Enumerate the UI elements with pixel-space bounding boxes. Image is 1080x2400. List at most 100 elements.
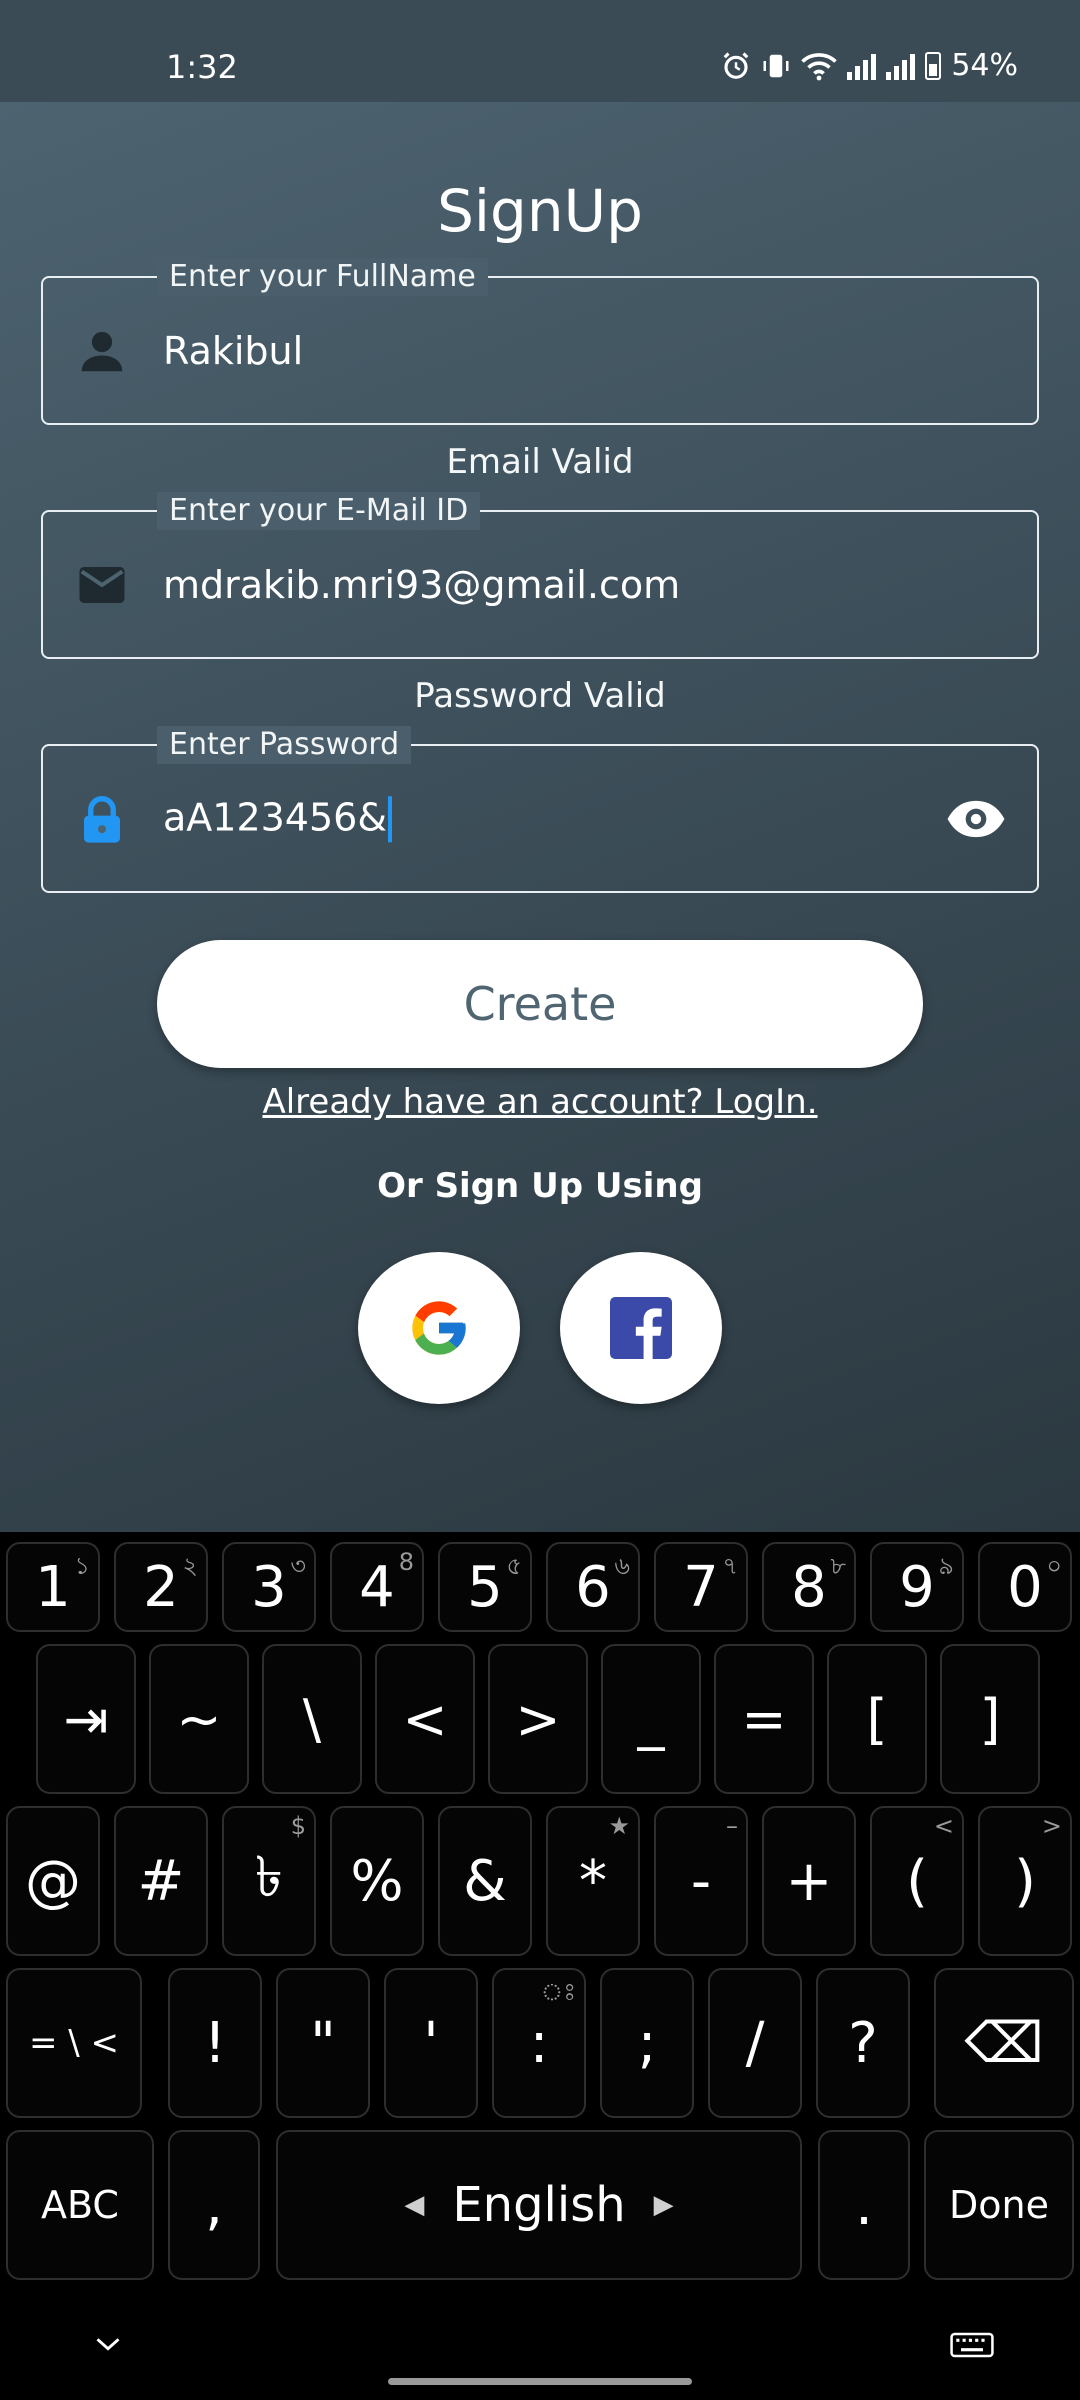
key-row2-2[interactable]: \	[262, 1644, 362, 1794]
or-sign-up-text: Or Sign Up Using	[377, 1166, 703, 1206]
vibrate-icon	[763, 54, 789, 77]
key-hint: –	[726, 1812, 738, 1840]
key-label: ?	[848, 2010, 878, 2076]
key-row3-0[interactable]: @	[6, 1806, 100, 1956]
key-row3-6[interactable]: - –	[654, 1806, 748, 1956]
key-row3-4[interactable]: &	[438, 1806, 532, 1956]
key-hint: ০	[1046, 1552, 1062, 1580]
wifi-icon	[801, 52, 838, 80]
key-row2-3[interactable]: <	[375, 1644, 475, 1794]
key-row4-4[interactable]: :ঃ	[492, 1968, 586, 2118]
signup-screen: SignUp Enter your FullName Rakibul Email…	[0, 102, 1080, 1532]
email-input[interactable]: mdrakib.mri93@gmail.com	[163, 563, 680, 607]
key-row1-8[interactable]: 9৯	[870, 1542, 964, 1632]
key-label: #	[137, 1848, 185, 1914]
text-caret	[387, 796, 392, 843]
fullname-input[interactable]: Rakibul	[163, 329, 303, 373]
key-row4-2[interactable]: "	[276, 1968, 370, 2118]
key-hint: ৮	[830, 1552, 846, 1580]
key-comma[interactable]: ,	[168, 2130, 260, 2280]
key-label: 0	[1007, 1554, 1043, 1620]
key-label: +	[785, 1848, 833, 1914]
eye-icon[interactable]	[945, 798, 1007, 840]
key-row4-5[interactable]: ;	[600, 1968, 694, 2118]
key-row4-6[interactable]: /	[708, 1968, 802, 2118]
key-row1-3[interactable]: 48	[330, 1542, 424, 1632]
key-label: 5	[467, 1554, 503, 1620]
password-input[interactable]: aA123456&	[163, 795, 392, 843]
key-row3-8[interactable]: (<	[870, 1806, 964, 1956]
google-signin-button[interactable]	[358, 1252, 520, 1404]
key-row2-1[interactable]: ~	[149, 1644, 249, 1794]
key-row1-2[interactable]: 3৩	[222, 1542, 316, 1632]
email-field[interactable]: Enter your E-Mail ID mdrakib.mri93@gmail…	[41, 492, 1039, 659]
key-row1-6[interactable]: 7৭	[654, 1542, 748, 1632]
key-label: ~	[176, 1687, 222, 1751]
alarm-icon	[723, 51, 749, 79]
key-row4-1[interactable]: !	[168, 1968, 262, 2118]
facebook-signin-button[interactable]	[560, 1252, 722, 1404]
key-label: 1	[35, 1554, 71, 1620]
home-gesture-handle[interactable]	[388, 2378, 692, 2385]
battery-percent: 54%	[951, 48, 1018, 83]
key-hint: ★	[608, 1812, 630, 1840]
key-row1-5[interactable]: 6৬	[546, 1542, 640, 1632]
arrow-left-icon: ◀	[404, 2190, 425, 2220]
key-row2-8[interactable]: ]	[940, 1644, 1040, 1794]
key-hint: >	[1041, 1812, 1062, 1840]
key-row1-9[interactable]: 0০	[978, 1542, 1072, 1632]
key-label: _	[637, 1687, 665, 1751]
password-field[interactable]: Enter Password aA123456&	[41, 726, 1039, 893]
person-icon	[81, 331, 123, 371]
key-row3-5[interactable]: * ★	[546, 1806, 640, 1956]
fullname-field[interactable]: Enter your FullName Rakibul	[41, 258, 1039, 425]
key-row3-3[interactable]: %	[330, 1806, 424, 1956]
key-hint: 8	[398, 1548, 414, 1576]
keyboard-row-3: @ # ৳ $% & * ★ - – + (<) >	[0, 1806, 1080, 1956]
key-row2-7[interactable]: [	[827, 1644, 927, 1794]
password-valid-text: Password Valid	[414, 676, 666, 716]
mail-icon	[79, 566, 125, 603]
keyboard-switch-icon[interactable]	[950, 2332, 994, 2358]
key-row1-7[interactable]: 8৮	[762, 1542, 856, 1632]
key-row3-2[interactable]: ৳ $	[222, 1806, 316, 1956]
login-link[interactable]: Already have an account? LogIn.	[0, 1082, 1080, 1122]
key-label: :	[529, 2010, 549, 2076]
arrow-right-icon: ▶	[653, 2190, 674, 2220]
signal-1-icon	[847, 52, 877, 80]
key-row1-4[interactable]: 5৫	[438, 1542, 532, 1632]
key-row4-8[interactable]: ⌫	[934, 1968, 1074, 2118]
key-hint: <	[933, 1812, 954, 1840]
key-row1-0[interactable]: 1১	[6, 1542, 100, 1632]
key-label: ⇥	[63, 1687, 109, 1751]
key-row3-1[interactable]: #	[114, 1806, 208, 1956]
key-row4-0[interactable]: = \ <	[6, 1968, 142, 2118]
key-row2-4[interactable]: >	[488, 1644, 588, 1794]
key-row2-5[interactable]: _	[601, 1644, 701, 1794]
key-label: ⌫	[964, 2010, 1044, 2076]
key-hint: ৯	[938, 1552, 954, 1580]
key-label: 7	[683, 1554, 719, 1620]
key-row1-1[interactable]: 2২	[114, 1542, 208, 1632]
key-hint: ১	[74, 1552, 90, 1580]
key-done[interactable]: Done	[924, 2130, 1074, 2280]
key-label: /	[745, 2010, 765, 2076]
password-value: aA123456&	[163, 794, 387, 839]
key-space-label: English	[452, 2177, 626, 2233]
hide-keyboard-icon[interactable]	[94, 2334, 122, 2354]
key-row2-6[interactable]: =	[714, 1644, 814, 1794]
key-row4-7[interactable]: ?	[816, 1968, 910, 2118]
key-row3-9[interactable]: ) >	[978, 1806, 1072, 1956]
key-row4-3[interactable]: '	[384, 1968, 478, 2118]
key-label: \	[302, 1687, 322, 1751]
key-row3-7[interactable]: +	[762, 1806, 856, 1956]
key-period[interactable]: .	[818, 2130, 910, 2280]
key-space[interactable]: ◀ English ▶	[276, 2130, 802, 2280]
create-button[interactable]: Create	[157, 940, 923, 1068]
key-hint: ৩	[290, 1552, 306, 1580]
key-row2-0[interactable]: ⇥	[36, 1644, 136, 1794]
fullname-label: Enter your FullName	[157, 258, 488, 296]
keyboard-row-4: = \ <! " ':ঃ; /? ⌫	[0, 1968, 1080, 2118]
key-abc[interactable]: ABC	[6, 2130, 154, 2280]
battery-icon	[925, 51, 942, 80]
